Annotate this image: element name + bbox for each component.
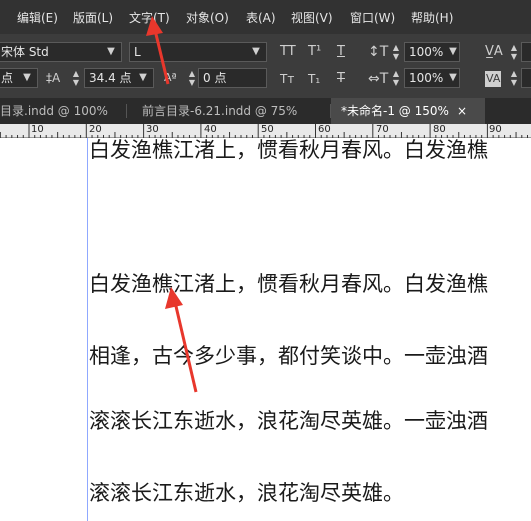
ruler-label: 20	[89, 124, 102, 135]
menu-layout[interactable]: 版面(L)	[73, 9, 113, 26]
baseline-shift-stepper[interactable]: ▲ ▼	[186, 69, 198, 87]
kerning-field[interactable]	[521, 68, 531, 88]
tab-document-toc[interactable]: 目录.indd @ 100%	[0, 98, 122, 124]
ruler-label: 40	[204, 124, 217, 135]
vertical-scale-stepper[interactable]: ▲ ▼	[390, 43, 402, 61]
close-icon[interactable]: ×	[457, 98, 467, 124]
ruler-label: 80	[433, 124, 446, 135]
chevron-down-icon: ▼	[107, 46, 115, 57]
menu-object[interactable]: 对象(O)	[186, 9, 229, 26]
control-panel: 宋体 Std ▼ L ▼ TT T¹ T ↕T ▲ ▼ 100% ▼ V̲A ▲ ▼…	[0, 34, 531, 98]
tab-label: *未命名-1 @ 150%	[341, 104, 449, 118]
ruler-label: 30	[146, 124, 159, 135]
all-caps-icon[interactable]: TT	[280, 44, 296, 60]
menu-bar: 编辑(E) 版面(L) 文字(T) 对象(O) 表(A) 视图(V) 窗口(W)…	[0, 0, 531, 34]
ruler-label: 10	[31, 124, 44, 135]
chevron-down-icon: ▼	[23, 72, 31, 83]
font-family-select[interactable]: 宋体 Std ▼	[0, 42, 122, 62]
margin-guide	[87, 138, 88, 521]
leading-value: 34.4 点	[89, 71, 132, 85]
text-line[interactable]: 白发渔樵江渚上，惯看秋月春风。白发渔樵	[89, 268, 488, 298]
menu-table[interactable]: 表(A)	[246, 9, 276, 26]
strikethrough-icon[interactable]: T	[337, 71, 345, 87]
baseline-shift-field[interactable]: 0 点	[198, 68, 267, 88]
menu-edit[interactable]: 编辑(E)	[17, 9, 58, 26]
point-unit-value: 点	[1, 71, 14, 85]
text-line[interactable]: 滚滚长江东逝水，浪花淘尽英雄。	[89, 477, 404, 507]
menu-window[interactable]: 窗口(W)	[350, 9, 395, 26]
tracking-stepper[interactable]: ▲ ▼	[508, 43, 520, 61]
ruler-label: 60	[318, 124, 331, 135]
ruler-label: 50	[261, 124, 274, 135]
document-tab-bar: 目录.indd @ 100% 前言目录-6.21.indd @ 75% *未命名…	[0, 98, 531, 124]
menu-type[interactable]: 文字(T)	[129, 9, 170, 26]
ruler-label: 70	[376, 124, 389, 135]
tracking-field[interactable]	[521, 42, 531, 62]
menu-help[interactable]: 帮助(H)	[411, 9, 453, 26]
subscript-icon[interactable]: T₁	[308, 71, 320, 87]
chevron-down-icon: ▼	[139, 72, 147, 83]
font-size-select[interactable]: 点 ▼	[0, 68, 38, 88]
horizontal-scale-value: 100%	[409, 71, 444, 85]
leading-icon: ‡A	[46, 71, 61, 85]
text-line[interactable]: 相逢，古今多少事，都付笑谈中。一壶浊酒	[89, 340, 488, 370]
underline-icon[interactable]: T	[337, 44, 345, 60]
tab-label: 前言目录-6.21.indd @ 75%	[142, 104, 298, 118]
baseline-shift-icon: Aª	[164, 71, 177, 84]
horizontal-ruler[interactable]: 10 20 30 40 50 60 70 80 90	[0, 124, 531, 138]
font-family-value: 宋体 Std	[1, 45, 49, 59]
superscript-icon[interactable]: T¹	[308, 44, 321, 60]
text-line[interactable]: 白发渔樵江渚上，惯看秋月春风。白发渔樵	[89, 138, 488, 164]
text-line[interactable]: 滚滚长江东逝水，浪花淘尽英雄。一壶浊酒	[89, 405, 488, 435]
tab-label: 目录.indd @ 100%	[0, 104, 108, 118]
vertical-scale-icon: ↕T	[368, 44, 389, 60]
tab-divider	[126, 104, 127, 118]
kerning-stepper[interactable]: ▲ ▼	[508, 69, 520, 87]
tracking-icon: V̲A	[485, 44, 503, 59]
small-caps-icon[interactable]: Tт	[280, 71, 294, 87]
chevron-down-icon[interactable]: ▼	[445, 44, 461, 60]
document-canvas[interactable]: 白发渔樵江渚上，惯看秋月春风。白发渔樵 白发渔樵江渚上，惯看秋月春风。白发渔樵 …	[0, 138, 531, 521]
horizontal-scale-stepper[interactable]: ▲ ▼	[390, 69, 402, 87]
tab-document-preface[interactable]: 前言目录-6.21.indd @ 75%	[136, 98, 324, 124]
leading-field[interactable]: 34.4 点 ▼	[84, 68, 154, 88]
leading-stepper[interactable]: ▲ ▼	[70, 69, 82, 87]
tab-document-untitled[interactable]: *未命名-1 @ 150% ×	[331, 98, 485, 124]
chevron-down-icon: ▼	[252, 46, 260, 57]
menu-view[interactable]: 视图(V)	[291, 9, 333, 26]
kerning-icon: VA	[485, 71, 502, 87]
vertical-scale-value: 100%	[409, 45, 444, 59]
font-style-select[interactable]: L ▼	[129, 42, 267, 62]
ruler-label: 90	[489, 124, 502, 135]
baseline-shift-value: 0 点	[203, 71, 227, 85]
font-style-value: L	[134, 45, 141, 59]
chevron-down-icon[interactable]: ▼	[445, 70, 461, 86]
horizontal-scale-icon: ⇔T	[368, 71, 389, 87]
